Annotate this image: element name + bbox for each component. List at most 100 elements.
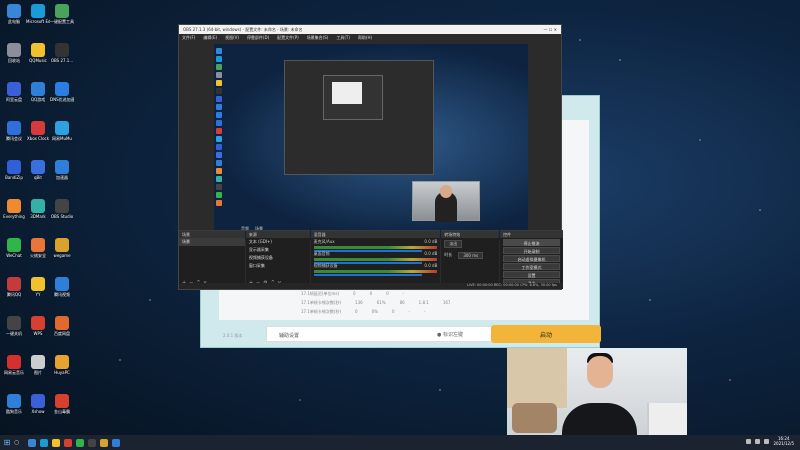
scenes-header: 场景 — [179, 231, 245, 238]
scene-item[interactable]: 场景 — [179, 238, 245, 246]
scenes-dock[interactable]: 场景 场景 +−^v — [179, 230, 245, 288]
wechat-taskbar-icon[interactable] — [76, 438, 84, 447]
desktop-icon[interactable]: Everything — [2, 199, 26, 219]
desktop-icon[interactable]: qBit — [26, 160, 50, 180]
source-item[interactable]: 视频捕获设备 — [246, 254, 310, 262]
desktop-icon[interactable]: 3DMark — [26, 199, 50, 219]
window-controls[interactable]: — ☐ ✕ — [544, 27, 557, 32]
ime-icon[interactable] — [764, 438, 770, 444]
desktop-icon[interactable]: YY — [26, 277, 50, 297]
desktop-icon[interactable]: Xbox Clock — [26, 121, 50, 141]
desktop-icon-label: HuyaPC — [54, 370, 70, 375]
explorer-taskbar-icon[interactable] — [52, 438, 60, 447]
desktop-icon[interactable]: 图片 — [26, 355, 50, 375]
app-taskbar-icon[interactable] — [64, 438, 72, 447]
desktop-icon[interactable]: 网易云音乐 — [2, 355, 26, 375]
desktop-icon[interactable]: WPS — [26, 316, 50, 336]
mixer-list[interactable]: 麦克风/Aux 0.0 dB 桌面音频 0.0 dB 视频捕获设备 0.0 dB — [311, 238, 441, 276]
control-button[interactable]: 停止推流 — [503, 239, 560, 246]
transition-select[interactable]: 淡出 — [444, 240, 463, 248]
desktop-icon[interactable]: QQ游戏 — [26, 82, 50, 102]
transitions-dock[interactable]: 转场特效 淡出 时长 300 ms — [441, 230, 500, 288]
desktop-icon[interactable]: 网易MuMu — [50, 121, 74, 141]
start-button[interactable]: 启动 — [491, 325, 601, 343]
app-icon — [31, 4, 45, 18]
desktop-icon[interactable]: Xshow — [26, 394, 50, 414]
desktop-icon[interactable]: 腾讯会议 — [2, 121, 26, 141]
source-item[interactable]: 显示器采集 — [246, 246, 310, 254]
obs-titlebar[interactable]: OBS 27.1.3 (64-bit, windows) - 配置文件: 未命名… — [179, 25, 561, 34]
duration-input[interactable]: 300 ms — [458, 252, 484, 259]
menu-item[interactable]: 停靠部件(D) — [247, 35, 269, 41]
desktop-icon[interactable]: 火绒安全 — [26, 238, 50, 258]
table-cell: 61% — [376, 300, 386, 305]
sources-list[interactable]: 文本 (GDI+) 显示器采集 视频捕获设备 窗口采集 — [246, 238, 310, 270]
desktop-icon[interactable]: 此电脑 — [2, 4, 26, 24]
edge-taskbar-icon[interactable] — [40, 438, 48, 447]
control-button[interactable]: 设置 — [503, 271, 560, 278]
menu-item[interactable]: 文件(F) — [182, 35, 195, 41]
desktop-icon[interactable]: 腾讯视频 — [50, 277, 74, 297]
desktop-icon-label: qBit — [34, 175, 42, 180]
mixer-db: 0.0 dB — [424, 239, 438, 244]
controls-list[interactable]: 停止推流开始录制启动虚拟摄像机工作室模式设置退出 — [500, 239, 563, 286]
table-cell: 0 — [355, 309, 358, 314]
mixer-channel[interactable]: 视频捕获设备 0.0 dB — [311, 262, 441, 276]
desktop-icon[interactable]: OBS Studio — [50, 199, 74, 219]
mixer-channel[interactable]: 麦克风/Aux 0.0 dB — [311, 238, 441, 252]
desktop-icon[interactable]: 一键配置工具 — [50, 4, 74, 24]
desktop-icon[interactable]: 酷狗音乐 — [2, 394, 26, 414]
search-icon[interactable]: ○ — [14, 439, 24, 446]
desktop-icon[interactable]: OBS 27.1... — [50, 43, 74, 63]
desktop-icon[interactable]: 腾讯QQ — [2, 277, 26, 297]
taskbar-apps — [28, 438, 120, 447]
menu-item[interactable]: 配置文件(P) — [277, 35, 299, 41]
table-cell: 0 — [386, 291, 389, 296]
desktop-icon[interactable]: Microsoft Edge — [26, 4, 50, 24]
menu-item[interactable]: 帮助(H) — [358, 35, 372, 41]
mixer-channel[interactable]: 桌面音频 0.0 dB — [311, 250, 441, 264]
app3-taskbar-icon[interactable] — [112, 438, 120, 447]
menu-item[interactable]: 场景集合(S) — [307, 35, 329, 41]
desktop-icon-label: WPS — [33, 331, 43, 336]
obs-taskbar-icon[interactable] — [88, 438, 96, 447]
control-button[interactable]: 工作室模式 — [503, 263, 560, 270]
source-item[interactable]: 窗口采集 — [246, 262, 310, 270]
network-icon[interactable] — [746, 438, 752, 444]
sources-dock[interactable]: 来源 文本 (GDI+)显示器采集视频捕获设备窗口采集 +−⚙^v — [245, 230, 310, 288]
desktop-icon[interactable]: 阿里云盘 — [2, 82, 26, 102]
menu-item[interactable]: 编辑(E) — [203, 35, 217, 41]
desktop-icon[interactable]: 百度网盘 — [50, 316, 74, 336]
taskbar-clock[interactable]: 16:24 2021/12/5 — [773, 436, 794, 446]
volume-slider[interactable] — [313, 274, 423, 276]
controls-dock[interactable]: 控件 停止推流开始录制启动虚拟摄像机工作室模式设置退出 — [500, 230, 563, 288]
obs-preview[interactable] — [214, 44, 528, 240]
obs-window[interactable]: OBS 27.1.3 (64-bit, windows) - 配置文件: 未命名… — [178, 24, 563, 290]
desktop-icon-label: WeChat — [6, 253, 22, 258]
desktop-icon[interactable]: HuyaPC — [50, 355, 74, 375]
desktop-icon[interactable]: WeChat — [2, 238, 26, 258]
sources-header: 来源 — [245, 231, 310, 238]
desktop-icon[interactable]: 一键关机 — [2, 316, 26, 336]
desktop-icon[interactable]: 回收站 — [2, 43, 26, 63]
desktop-icon[interactable]: wegame — [50, 238, 74, 258]
obs-menubar[interactable]: 文件(F) 编辑(E) 视图(V) 停靠部件(D) 配置文件(P) 场景集合(S) 工具(T… — [179, 34, 561, 42]
desktop-icon[interactable]: BandiZip — [2, 160, 26, 180]
control-button[interactable]: 启动虚拟摄像机 — [503, 255, 560, 262]
control-button[interactable]: 开始录制 — [503, 247, 560, 254]
mixer-dock[interactable]: 混音器 麦克风/Aux 0.0 dB 桌面音频 0.0 dB 视频捕获设备 0.0 dB — [310, 230, 441, 288]
preview-icon — [216, 152, 222, 158]
desktop-icon[interactable]: QQMusic — [26, 43, 50, 63]
desktop-icon[interactable]: 加速器 — [50, 160, 74, 180]
volume-icon[interactable] — [755, 438, 761, 444]
desktop-icon[interactable]: 金山毒霸 — [50, 394, 74, 414]
app2-taskbar-icon[interactable] — [100, 438, 108, 447]
taskview-icon[interactable] — [28, 438, 36, 447]
desktop-icon[interactable]: DNS优选加速 — [50, 82, 74, 102]
preview-icon — [216, 72, 222, 78]
menu-item[interactable]: 工具(T) — [336, 35, 350, 41]
windows-start-icon[interactable]: ⊞ — [0, 438, 14, 447]
preview-icon — [216, 160, 222, 166]
menu-item[interactable]: 视图(V) — [225, 35, 239, 41]
source-item[interactable]: 文本 (GDI+) — [246, 238, 310, 246]
